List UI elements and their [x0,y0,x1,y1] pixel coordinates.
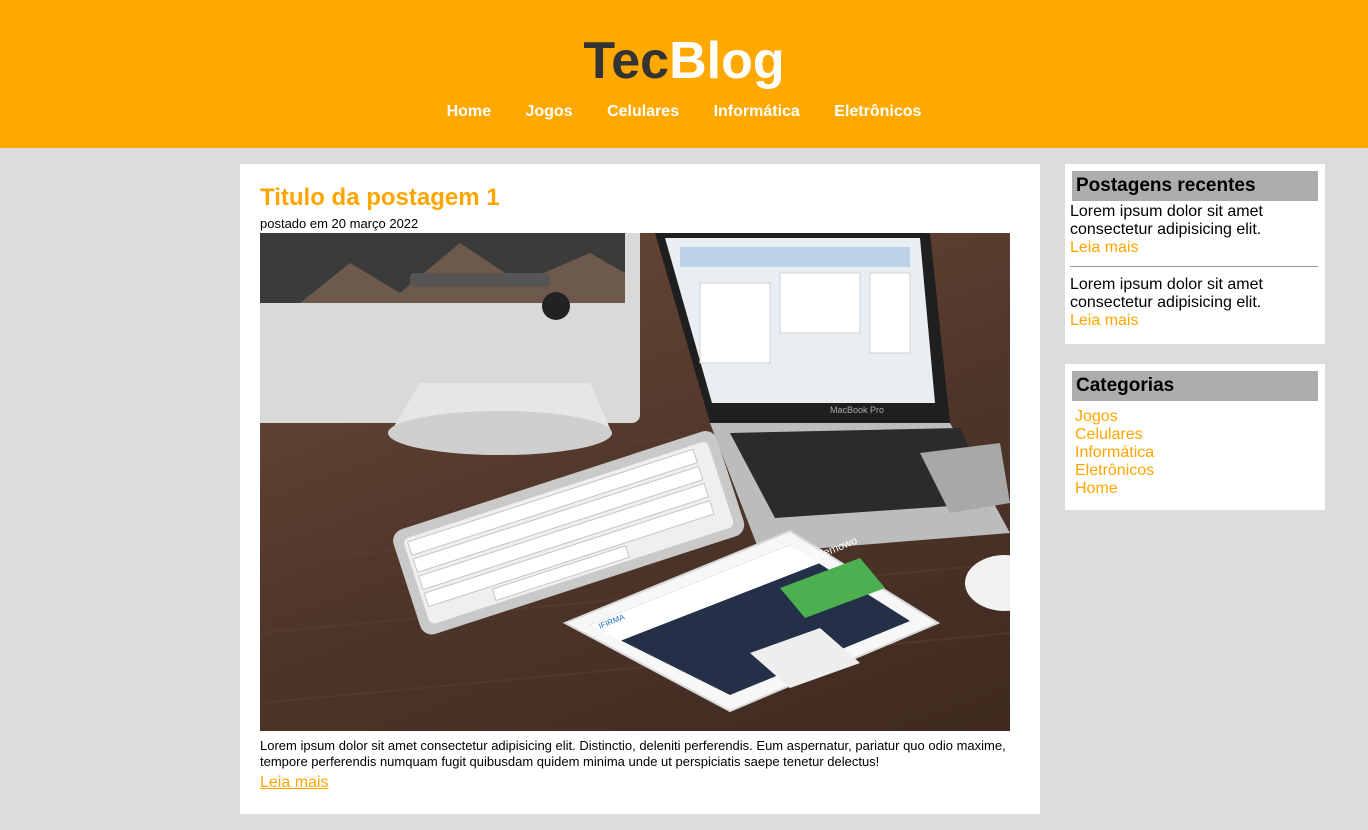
logo-tec: Tec [583,32,670,90]
recent-posts-widget: Postagens recentes Lorem ipsum dolor sit… [1065,164,1325,344]
post-card: Titulo da postagem 1 postado em 20 março… [240,164,1040,814]
recent-post-read-more-link[interactable]: Leia mais [1070,312,1138,329]
recent-post-text: Lorem ipsum dolor sit amet consectetur a… [1070,203,1263,238]
category-link-celulares[interactable]: Celulares [1075,426,1318,444]
recent-post-item: Lorem ipsum dolor sit amet consectetur a… [1070,274,1318,330]
recent-post-item: Lorem ipsum dolor sit amet consectetur a… [1070,201,1318,257]
recent-post-read-more-link[interactable]: Leia mais [1070,239,1138,256]
nav-informatica[interactable]: Informática [714,103,800,120]
category-link-eletronicos[interactable]: Eletrônicos [1075,462,1318,480]
category-link-informatica[interactable]: Informática [1075,444,1318,462]
nav-eletronicos[interactable]: Eletrônicos [834,103,921,120]
mouse [965,555,1010,611]
nav-home[interactable]: Home [447,103,491,120]
post-date: postado em 20 março 2022 [260,216,419,231]
desk-devices-illustration: MacBook Pro Księgujemy za Ciebie bezprob… [260,233,1010,713]
nav-jogos[interactable]: Jogos [525,103,572,120]
recent-post-text: Lorem ipsum dolor sit amet consectetur a… [1070,276,1263,311]
category-link-home[interactable]: Home [1075,480,1318,498]
main-nav: Home Jogos Celulares Informática Eletrôn… [0,103,1368,121]
post-title[interactable]: Titulo da postagem 1 [260,184,1020,212]
category-link-jogos[interactable]: Jogos [1075,408,1318,426]
divider [1070,266,1318,267]
site-logo[interactable]: TecBlog [0,32,1368,90]
recent-posts-title: Postagens recentes [1072,171,1318,201]
post-excerpt: Lorem ipsum dolor sit amet consectetur a… [260,738,1006,769]
category-list: Jogos Celulares Informática Eletrônicos … [1070,408,1318,498]
categories-title: Categorias [1072,371,1318,401]
post-image: MacBook Pro Księgujemy za Ciebie bezprob… [260,233,1010,731]
logo-blog: Blog [669,32,785,90]
post-read-more-link[interactable]: Leia mais [260,774,328,792]
laptop-brand: MacBook Pro [830,405,884,415]
imac [260,233,640,455]
site-header: TecBlog Home Jogos Celulares Informática… [0,0,1368,148]
nav-celulares[interactable]: Celulares [607,103,679,120]
categories-widget: Categorias Jogos Celulares Informática E… [1065,364,1325,510]
